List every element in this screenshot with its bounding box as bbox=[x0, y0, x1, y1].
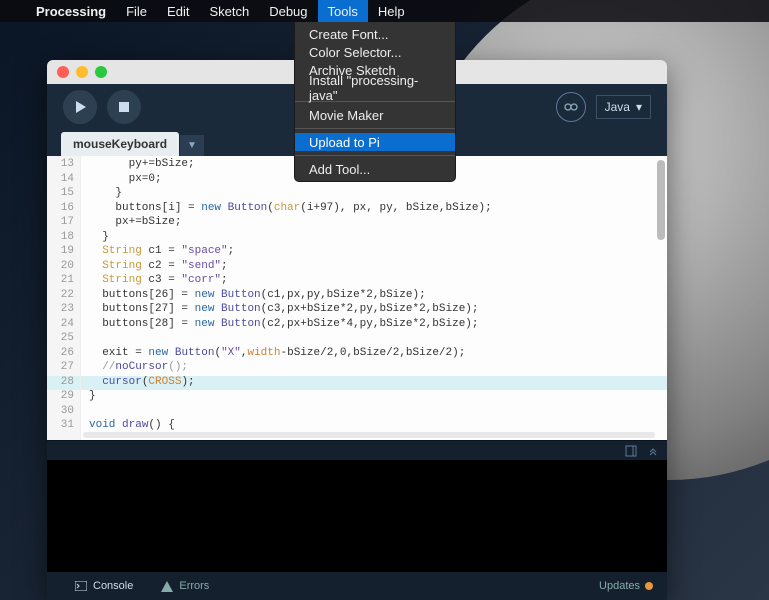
console-collapse-icon[interactable] bbox=[625, 445, 637, 457]
chevron-down-icon: ▾ bbox=[636, 100, 642, 114]
menu-movie-maker[interactable]: Movie Maker bbox=[295, 106, 455, 124]
console-toolbar bbox=[47, 440, 667, 460]
console-icon bbox=[75, 581, 87, 591]
console-expand-icon[interactable] bbox=[647, 445, 659, 457]
menu-color-selector[interactable]: Color Selector... bbox=[295, 43, 455, 61]
console-tab-label: Console bbox=[93, 580, 133, 592]
vertical-scrollbar[interactable] bbox=[657, 160, 665, 240]
menu-separator bbox=[295, 128, 455, 129]
console-tab[interactable]: Console bbox=[61, 580, 147, 592]
apple-menu[interactable] bbox=[12, 0, 26, 22]
tab-mousekeyboard[interactable]: mouseKeyboard bbox=[61, 132, 179, 156]
language-label: Java bbox=[605, 100, 630, 114]
menu-upload-to-pi[interactable]: Upload to Pi bbox=[295, 133, 455, 151]
menu-tools[interactable]: Tools bbox=[318, 0, 368, 22]
language-selector[interactable]: Java ▾ bbox=[596, 95, 651, 119]
errors-tab-label: Errors bbox=[179, 580, 209, 592]
console-output[interactable] bbox=[47, 460, 667, 572]
updates-indicator-icon[interactable] bbox=[645, 582, 653, 590]
stop-button[interactable] bbox=[107, 90, 141, 124]
app-menu[interactable]: Processing bbox=[26, 0, 116, 22]
menu-edit[interactable]: Edit bbox=[157, 0, 199, 22]
horizontal-scrollbar[interactable] bbox=[83, 432, 655, 438]
menu-file[interactable]: File bbox=[116, 0, 157, 22]
warning-icon bbox=[161, 581, 173, 592]
menu-debug[interactable]: Debug bbox=[259, 0, 317, 22]
menu-install-processing-java[interactable]: Install "processing-java" bbox=[295, 79, 455, 97]
code-area[interactable]: py+=bSize; px=0; } buttons[i] = new Butt… bbox=[81, 156, 667, 440]
menu-separator bbox=[295, 155, 455, 156]
macos-menubar: Processing File Edit Sketch Debug Tools … bbox=[0, 0, 769, 22]
debug-icon[interactable] bbox=[556, 92, 586, 122]
updates-label[interactable]: Updates bbox=[599, 580, 640, 592]
menu-sketch[interactable]: Sketch bbox=[199, 0, 259, 22]
code-editor[interactable]: 13141516171819202122232425262728293031 p… bbox=[47, 156, 667, 440]
bottom-bar: Console Errors Updates bbox=[47, 572, 667, 600]
tools-dropdown: Create Font... Color Selector... Archive… bbox=[294, 22, 456, 182]
run-button[interactable] bbox=[63, 90, 97, 124]
menu-create-font[interactable]: Create Font... bbox=[295, 25, 455, 43]
line-gutter: 13141516171819202122232425262728293031 bbox=[47, 156, 81, 440]
menu-help[interactable]: Help bbox=[368, 0, 415, 22]
tab-menu-button[interactable]: ▼ bbox=[180, 135, 204, 156]
errors-tab[interactable]: Errors bbox=[147, 580, 223, 592]
menu-add-tool[interactable]: Add Tool... bbox=[295, 160, 455, 178]
